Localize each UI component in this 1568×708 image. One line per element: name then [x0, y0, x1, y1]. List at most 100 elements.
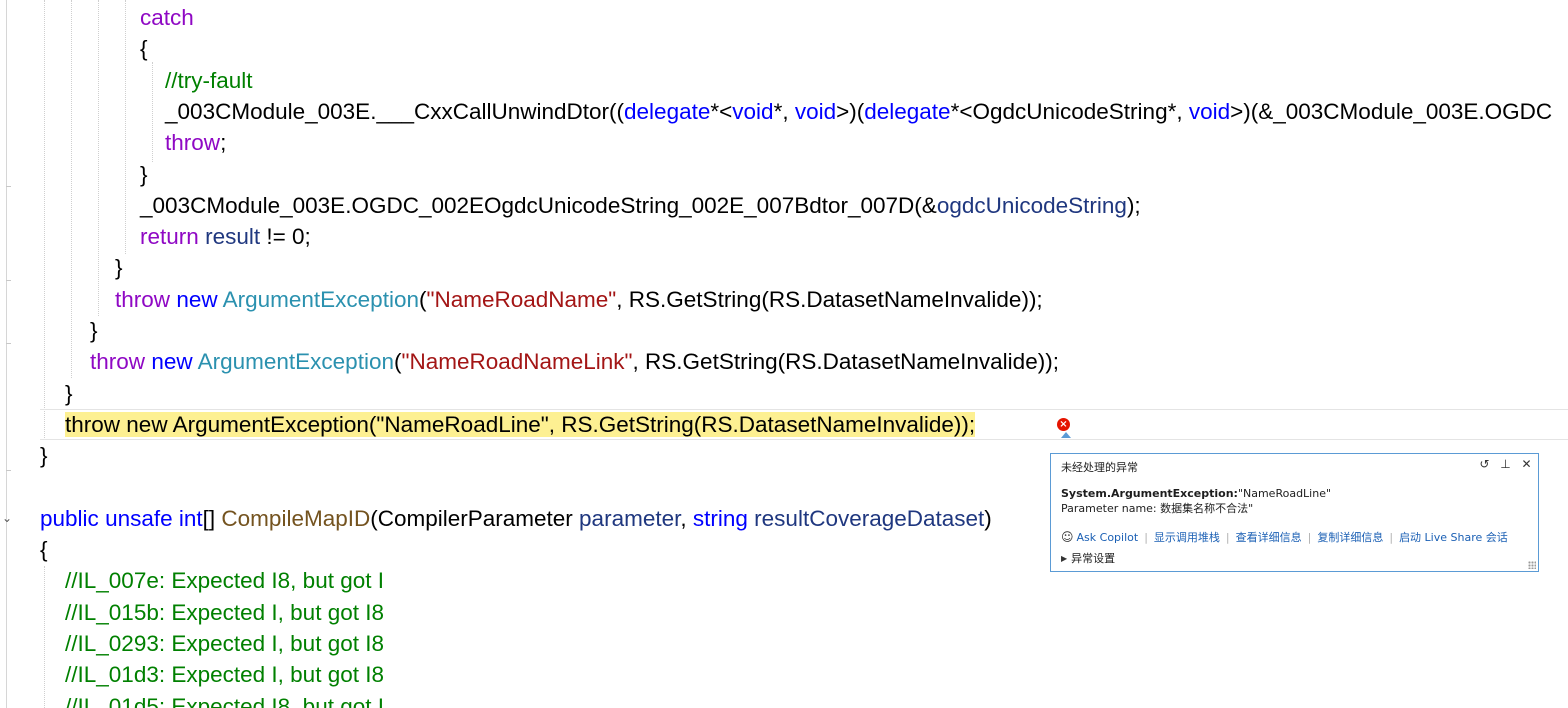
code-content: //try-fault [165, 68, 253, 93]
code-token: *<OgdcUnicodeString*, [950, 98, 1189, 124]
code-line: } [40, 315, 98, 346]
error-icon[interactable]: × [1057, 418, 1070, 431]
ask-copilot-link[interactable]: Ask Copilot [1077, 531, 1139, 544]
code-content: } [140, 162, 148, 187]
code-line: { [40, 33, 148, 64]
code-token: { [40, 537, 48, 563]
code-token: new [176, 286, 218, 312]
code-token: //IL_01d5: Expected I8, but got I [65, 693, 384, 708]
code-editor[interactable]: ⌄ catch { //try-fault _003CModule_003E._… [0, 0, 1568, 708]
code-line: //IL_015b: Expected I, but got I8 [40, 597, 384, 628]
code-token: result [205, 224, 261, 250]
code-token: [] [202, 505, 222, 531]
code-token: resultCoverageDataset [754, 505, 985, 531]
code-content: catch [140, 5, 194, 30]
code-token: "NameRoadNameLink" [401, 349, 633, 375]
code-token: throw new ArgumentException("NameRoadLin… [65, 411, 976, 437]
code-token: void [732, 98, 774, 124]
exception-type: System.ArgumentException: [1061, 487, 1238, 500]
code-content: _003CModule_003E.___CxxCallUnwindDtor((d… [165, 99, 1552, 124]
code-token: //try-fault [165, 67, 253, 93]
exception-settings-toggle[interactable]: ▶ 异常设置 [1061, 550, 1115, 566]
close-icon[interactable]: ✕ [1519, 457, 1534, 472]
code-line: } [40, 440, 48, 471]
code-content: //IL_01d5: Expected I8, but got I [65, 694, 384, 708]
code-line: } [40, 159, 148, 190]
code-token: //IL_007e: Expected I8, but got I [65, 568, 384, 594]
code-line: throw new ArgumentException("NameRoadNam… [40, 346, 1059, 377]
exception-popup-title: 未经处理的异常 [1061, 461, 1138, 474]
view-details-link[interactable]: 查看详细信息 [1236, 529, 1302, 545]
code-token: , RS.GetString(RS.DatasetNameInvalide)); [632, 349, 1059, 375]
code-token: >)(&_003CModule_003E.OGDC [1230, 98, 1553, 124]
gutter-border [6, 0, 7, 708]
code-token: ; [220, 130, 227, 156]
exception-popup-toolbar: ↺ ⊥ ✕ [1477, 457, 1534, 472]
show-call-stack-link[interactable]: 显示调用堆栈 [1154, 529, 1220, 545]
code-line: throw new ArgumentException("NameRoadLin… [40, 409, 976, 440]
code-content: { [140, 36, 148, 61]
code-token: throw [90, 349, 146, 375]
code-line: //IL_007e: Expected I8, but got I [40, 565, 384, 596]
code-line: //IL_01d3: Expected I, but got I8 [40, 659, 384, 690]
collapse-chevron-icon[interactable]: ⌄ [2, 512, 12, 524]
code-content: { [40, 537, 48, 562]
code-content: throw new ArgumentException("NameRoadNam… [90, 349, 1059, 374]
exception-parameter: Parameter name: 数据集名称不合法" [1061, 502, 1254, 515]
code-content: } [65, 381, 73, 406]
code-token: //IL_015b: Expected I, but got I8 [65, 599, 384, 625]
code-token: >)( [836, 98, 865, 124]
exception-popup: 未经处理的异常 ↺ ⊥ ✕ System.ArgumentException:"… [1050, 453, 1539, 572]
gutter-marker [6, 280, 11, 281]
code-token: *, [773, 98, 795, 124]
live-share-link[interactable]: 启动 Live Share 会话 [1399, 529, 1508, 545]
pin-icon[interactable]: ⊥ [1498, 457, 1513, 472]
code-line: public unsafe int[] CompileMapID(Compile… [40, 503, 992, 534]
code-token: string [692, 505, 748, 531]
resize-grip-icon[interactable] [1528, 561, 1536, 569]
code-token: catch [140, 5, 194, 30]
code-token: //IL_01d3: Expected I, but got I8 [65, 662, 384, 688]
code-line: { [40, 534, 48, 565]
code-token: "NameRoadName" [426, 286, 617, 312]
code-token: _003CModule_003E.___CxxCallUnwindDtor(( [165, 98, 625, 124]
code-line: _003CModule_003E.OGDC_002EOgdcUnicodeStr… [40, 190, 1141, 221]
exception-settings-label: 异常设置 [1071, 552, 1116, 565]
code-token: { [140, 36, 148, 62]
expand-triangle-icon: ▶ [1061, 553, 1068, 563]
code-content: throw new ArgumentException("NameRoadNam… [115, 287, 1043, 312]
code-token: } [90, 318, 98, 343]
code-content: //IL_015b: Expected I, but got I8 [65, 600, 384, 625]
code-line: //IL_01d5: Expected I8, but got I [40, 691, 384, 708]
code-token: } [140, 161, 148, 187]
code-token: ogdcUnicodeString [936, 192, 1127, 218]
highlighted-statement: throw new ArgumentException("NameRoadLin… [65, 411, 976, 437]
copy-details-link[interactable]: 复制详细信息 [1317, 529, 1383, 545]
code-token: (CompilerParameter [370, 505, 580, 531]
code-token: void [1188, 98, 1231, 124]
code-token: //IL_0293: Expected I, but got I8 [65, 631, 384, 656]
popup-pointer [1061, 432, 1071, 438]
code-content: _003CModule_003E.OGDC_002EOgdcUnicodeStr… [140, 193, 1141, 218]
copilot-icon: ☺ [1061, 530, 1074, 544]
gutter-marker [6, 470, 11, 471]
code-token: parameter [579, 505, 681, 531]
gutter-marker [6, 186, 11, 187]
code-content: } [115, 255, 123, 280]
link-separator: | [1389, 530, 1394, 544]
code-line [40, 472, 65, 503]
code-token: _003CModule_003E.OGDC_002EOgdcUnicodeStr… [140, 192, 937, 218]
code-token: != 0; [260, 224, 311, 250]
history-icon[interactable]: ↺ [1477, 457, 1492, 472]
code-token: CompileMapID [221, 505, 371, 531]
